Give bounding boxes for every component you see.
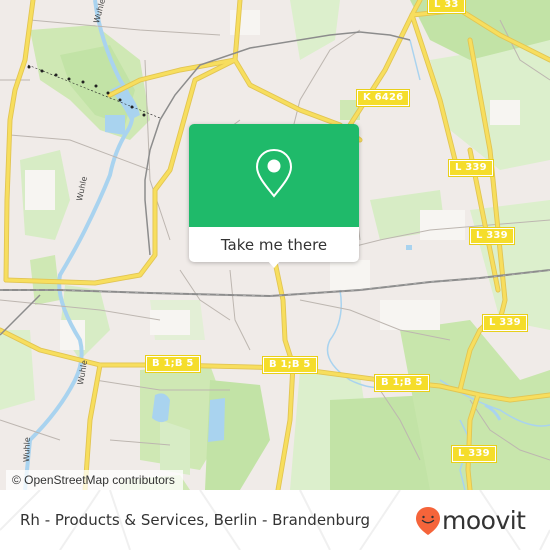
footer: Rh - Products & Services, Berlin - Brand… [0, 490, 550, 550]
map-view[interactable]: L 33 K 6426 L 339 L 339 L 339 L 339 B 1;… [0, 0, 550, 490]
road-label-l339: L 339 [451, 445, 497, 463]
moovit-smiley-pin-icon [416, 507, 440, 535]
road-label-b1b5: B 1;B 5 [145, 355, 201, 373]
location-pin-icon [255, 148, 293, 198]
river-label-wuhle: Wuhle [22, 437, 32, 463]
location-popup: Take me there [189, 124, 359, 268]
map-attribution[interactable]: © OpenStreetMap contributors [6, 470, 183, 490]
road-label-b1b5: B 1;B 5 [262, 356, 318, 374]
moovit-wordmark: moovit [442, 506, 526, 535]
take-me-there-button[interactable]: Take me there [189, 227, 359, 262]
road-label-l339: L 339 [469, 227, 515, 245]
road-label-k6426: K 6426 [355, 89, 411, 107]
popup-header [189, 124, 359, 227]
road-label-l33: L 33 [427, 0, 466, 14]
road-label-b1b5: B 1;B 5 [374, 374, 430, 392]
moovit-logo[interactable]: moovit [415, 506, 526, 536]
place-title: Rh - Products & Services, Berlin - Brand… [20, 511, 371, 529]
road-label-l339: L 339 [482, 314, 528, 332]
popup-pointer [267, 260, 281, 268]
road-label-l339: L 339 [448, 159, 494, 177]
